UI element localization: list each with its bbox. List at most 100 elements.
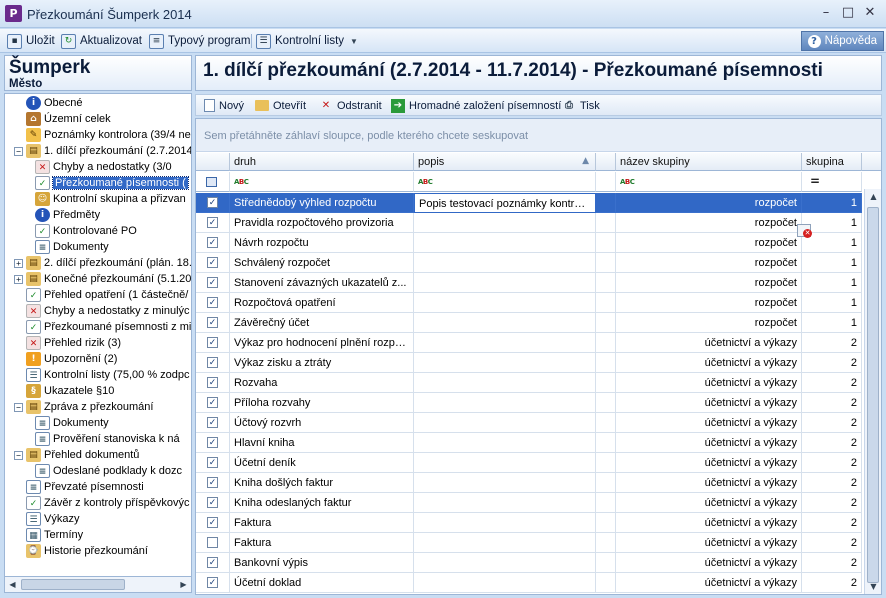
cell-group-name[interactable]: rozpočet [616,213,802,233]
cell-popis[interactable] [414,513,596,533]
table-row[interactable]: Závěrečný účet rozpočet1 [196,313,862,333]
row-checkbox[interactable] [207,497,218,508]
cell-druh[interactable]: Střednědobý výhled rozpočtu [230,193,414,213]
cell-group[interactable]: 2 [802,513,862,533]
tree-item[interactable]: § Ukazatele §10 [14,383,114,399]
cell-attachment[interactable] [596,413,616,433]
column-header-group-name[interactable]: název skupiny [616,153,802,171]
cell-group-name[interactable]: účetnictví a výkazy [616,353,802,373]
cell-popis[interactable] [414,493,596,513]
cell-group[interactable]: 2 [802,573,862,593]
cell-attachment[interactable] [596,493,616,513]
tree-item[interactable]: ✓ Přehled opatření (1 částečně/ [14,287,188,303]
column-header-druh[interactable]: druh [230,153,414,171]
cell-group-name[interactable]: účetnictví a výkazy [616,433,802,453]
cell-group-name[interactable]: účetnictví a výkazy [616,393,802,413]
cell-group-name[interactable]: účetnictví a výkazy [616,553,802,573]
cell-druh[interactable]: Rozpočtová opatření [230,293,414,313]
cell-popis[interactable] [414,573,596,593]
cell-popis[interactable] [414,273,596,293]
table-row[interactable]: Rozpočtová opatření rozpočet1 [196,293,862,313]
filter-row-selector[interactable] [196,172,230,192]
cell-attachment[interactable] [596,353,616,373]
cell-group[interactable]: 1 [802,253,862,273]
row-select-cell[interactable] [196,453,230,473]
cell-druh[interactable]: Účetní doklad [230,573,414,593]
filter-popis[interactable]: ABC [414,172,596,192]
cell-group[interactable]: 1 [802,293,862,313]
group-by-area[interactable]: Sem přetáhněte záhlaví sloupce, podle kt… [196,119,881,152]
row-checkbox[interactable] [207,417,218,428]
row-select-cell[interactable] [196,273,230,293]
row-select-cell[interactable] [196,393,230,413]
grid-vertical-scrollbar[interactable]: ▲ ▼ [864,189,881,594]
tree-item[interactable]: − ▤ Zpráva z přezkoumání [14,399,153,415]
cell-popis[interactable] [414,473,596,493]
table-row[interactable]: Účetní doklad účetnictví a výkazy2 [196,573,862,593]
row-checkbox[interactable] [207,197,218,208]
cell-group-name[interactable]: účetnictví a výkazy [616,473,802,493]
table-row[interactable]: Návrh rozpočturozpočet1 [196,233,862,253]
row-select-cell[interactable] [196,533,230,553]
cell-druh[interactable]: Bankovní výpis [230,553,414,573]
row-checkbox[interactable] [207,337,218,348]
cell-attachment[interactable] [596,253,616,273]
row-select-cell[interactable] [196,313,230,333]
cell-druh[interactable]: Rozvaha [230,373,414,393]
tree-horizontal-scrollbar[interactable]: ◀ ▶ [4,576,192,593]
tree-item[interactable]: ≡ Dokumenty [35,415,109,431]
tree-item[interactable]: i Předměty [35,207,100,223]
tree-item[interactable]: + ▤ 2. dílčí přezkoumání (plán. 18. [14,255,191,271]
table-row[interactable]: Účtový rozvrh účetnictví a výkazy2 [196,413,862,433]
cell-druh[interactable]: Faktura [230,533,414,553]
cell-group-name[interactable]: účetnictví a výkazy [616,573,802,593]
cell-druh[interactable]: Kniha došlých faktur [230,473,414,493]
filter-attachment[interactable] [596,172,616,192]
cell-attachment[interactable] [596,533,616,553]
typical-program-button[interactable]: ≡ Typový program [149,32,250,50]
cell-group-name[interactable]: rozpočet [616,233,802,253]
cell-druh[interactable]: Výkaz zisku a ztráty [230,353,414,373]
table-row[interactable]: Bankovní výpis účetnictví a výkazy2 [196,553,862,573]
cell-popis[interactable] [414,433,596,453]
cell-attachment[interactable] [596,393,616,413]
cell-attachment[interactable] [596,193,616,213]
cell-attachment[interactable] [596,553,616,573]
cell-attachment[interactable] [596,313,616,333]
table-row[interactable]: Hlavní kniha účetnictví a výkazy2 [196,433,862,453]
table-row[interactable]: Výkaz pro hodnocení plnění rozpo... účetn… [196,333,862,353]
scroll-up-icon[interactable]: ▲ [867,190,880,204]
expand-icon[interactable]: + [14,274,23,284]
row-checkbox[interactable] [207,517,218,528]
cell-druh[interactable]: Závěrečný účet [230,313,414,333]
cell-group-name[interactable]: účetnictví a výkazy [616,453,802,473]
cell-attachment[interactable] [596,293,616,313]
cell-group-name[interactable]: rozpočet [616,313,802,333]
tree-item[interactable]: ☰ Kontrolní listy (75,00 % zodpc [14,367,190,383]
cell-druh[interactable]: Kniha odeslaných faktur [230,493,414,513]
collapse-icon[interactable]: − [14,146,23,156]
row-select-cell[interactable] [196,193,230,213]
cell-group[interactable]: 2 [802,413,862,433]
checklists-dropdown[interactable]: ☰ Kontrolní listy ▼ [256,32,358,50]
row-checkbox[interactable] [207,357,218,368]
cell-popis[interactable] [414,353,596,373]
cell-popis[interactable] [414,533,596,553]
scroll-left-icon[interactable]: ◀ [6,578,19,591]
cell-group[interactable]: 2 [802,433,862,453]
row-select-cell[interactable] [196,513,230,533]
cell-druh[interactable]: Schválený rozpočet [230,253,414,273]
cell-group-name[interactable]: účetnictví a výkazy [616,373,802,393]
tree-item[interactable]: ≡ Odeslané podklady k dozc [35,463,182,479]
row-select-cell[interactable] [196,433,230,453]
row-checkbox[interactable] [207,277,218,288]
refresh-button[interactable]: ↻ Aktualizovat [61,32,142,50]
row-checkbox[interactable] [207,317,218,328]
cell-group[interactable]: 2 [802,553,862,573]
row-select-cell[interactable] [196,573,230,593]
cell-druh[interactable]: Příloha rozvahy [230,393,414,413]
table-row[interactable]: Účetní deník účetnictví a výkazy2 [196,453,862,473]
row-select-cell[interactable] [196,553,230,573]
cell-group-name[interactable]: rozpočet [616,193,802,213]
cell-popis[interactable] [414,293,596,313]
